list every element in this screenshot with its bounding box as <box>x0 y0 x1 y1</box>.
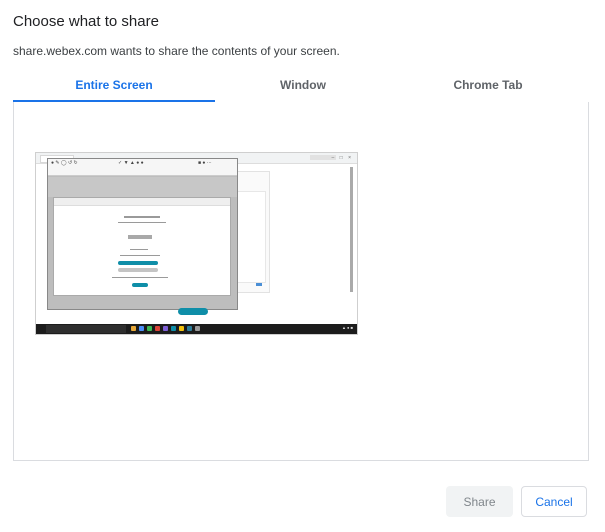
dialog-subtitle: share.webex.com wants to share the conte… <box>13 44 340 58</box>
thumbnail-background-link <box>256 283 262 286</box>
thumbnail-webex-icon <box>171 326 176 331</box>
thumbnail-toolbar-tools-icon: ✓ ▼ ▲ ● ● <box>118 160 144 166</box>
dialog-title: Choose what to share <box>13 13 159 30</box>
entire-screen-thumbnail[interactable]: – □ × ● ✎ ◯ ↺ ↻ ✓ ▼ ▲ ● ● ■ ● ⋯ ▲ ● ■ <box>35 152 358 335</box>
thumbnail-heading <box>124 216 160 218</box>
thumbnail-app5-icon <box>187 326 192 331</box>
thumbnail-text2 <box>120 255 160 256</box>
tab-chrome-tab[interactable]: Chrome Tab <box>387 74 589 101</box>
thumbnail-folder-icon <box>131 326 136 331</box>
thumbnail-background-card <box>234 191 266 283</box>
thumbnail-app6-icon <box>195 326 200 331</box>
thumbnail-toolbar: ● ✎ ◯ ↺ ↻ ✓ ▼ ▲ ● ● ■ ● ⋯ <box>48 159 237 176</box>
thumbnail-chrome-icon <box>147 326 152 331</box>
thumbnail-app2-icon <box>155 326 160 331</box>
thumbnail-inner-browser <box>53 197 231 296</box>
thumbnail-foreground-window: ● ✎ ◯ ↺ ↻ ✓ ▼ ▲ ● ● ■ ● ⋯ <box>47 158 238 310</box>
thumbnail-secondary-button <box>118 268 158 272</box>
thumbnail-subheading <box>118 222 166 223</box>
thumbnail-app3-icon <box>163 326 168 331</box>
tab-entire-screen[interactable]: Entire Screen <box>13 74 215 102</box>
thumbnail-scrollbar <box>350 167 353 292</box>
thumbnail-primary-button <box>118 261 158 265</box>
thumbnail-footnote <box>112 277 168 278</box>
thumbnail-field <box>128 235 152 239</box>
thumbnail-system-tray-icon: ▲ ● ■ <box>341 325 353 330</box>
thumbnail-taskbar-search <box>46 325 126 333</box>
thumbnail-app-icon <box>139 326 144 331</box>
thumbnail-app4-icon <box>179 326 184 331</box>
thumbnail-strip <box>48 177 237 197</box>
thumbnail-toolbar-icons: ● ✎ ◯ ↺ ↻ <box>51 160 78 166</box>
thumbnail-toolbar-right-icon: ■ ● ⋯ <box>198 160 212 166</box>
thumbnail-window-controls-icon: – □ × <box>331 155 353 161</box>
tab-window[interactable]: Window <box>202 74 404 101</box>
source-tabs: Entire Screen Window Chrome Tab <box>13 74 589 103</box>
thumbnail-inner-addressbar <box>54 198 230 206</box>
source-panel: – □ × ● ✎ ◯ ↺ ↻ ✓ ▼ ▲ ● ● ■ ● ⋯ ▲ ● ■ <box>13 102 589 461</box>
share-button[interactable]: Share <box>446 486 513 517</box>
thumbnail-small-button <box>132 283 148 287</box>
thumbnail-floating-button <box>178 308 208 315</box>
thumbnail-text <box>130 249 148 250</box>
cancel-button[interactable]: Cancel <box>521 486 587 517</box>
